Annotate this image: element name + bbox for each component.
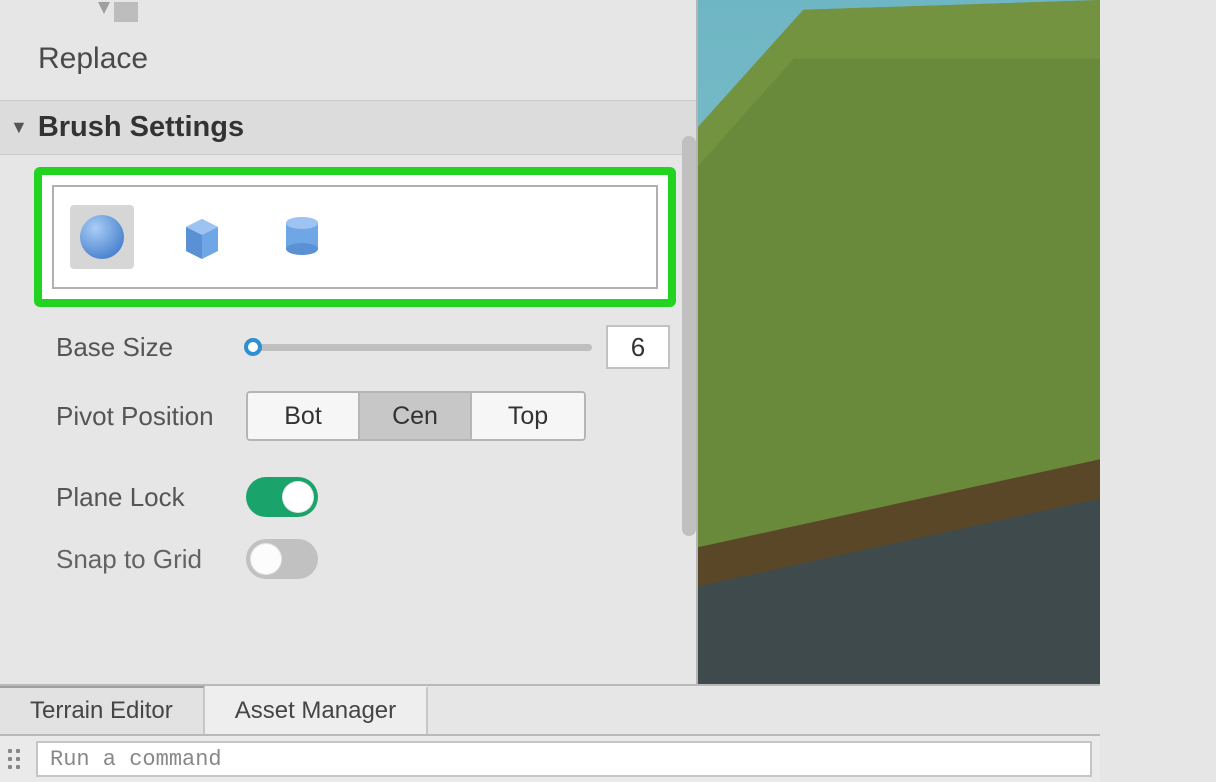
drag-handle-icon[interactable] [8,749,26,769]
panel-tabs: Terrain Editor Asset Manager [0,684,1100,734]
cylinder-icon [276,211,328,263]
plane-lock-label: Plane Lock [56,482,246,513]
cube-icon [176,211,228,263]
tab-terrain-editor[interactable]: Terrain Editor [0,686,205,734]
command-bar: Run a command [0,734,1100,782]
brush-shape-cylinder[interactable] [270,205,334,269]
panel-scrollbar[interactable] [682,136,696,536]
sphere-icon [76,211,128,263]
brush-shape-picker-highlight [34,167,676,307]
slider-thumb[interactable] [244,338,262,356]
base-size-row: Base Size 6 [56,325,670,369]
terrain-editor-panel: Replace ▼ Brush Settings [0,0,696,684]
plane-lock-toggle[interactable] [246,477,318,517]
3d-viewport[interactable] [696,0,1100,684]
section-title: Brush Settings [38,111,244,144]
pivot-position-row: Pivot Position Bot Cen Top [56,391,670,441]
plane-lock-row: Plane Lock [56,477,670,517]
brush-shape-row [52,185,658,289]
base-size-label: Base Size [56,332,246,363]
command-input[interactable]: Run a command [36,741,1092,777]
snap-to-grid-row: Snap to Grid [56,539,670,579]
snap-to-grid-label: Snap to Grid [56,544,246,575]
collapse-triangle-icon: ▼ [10,117,28,138]
brush-shape-sphere[interactable] [70,205,134,269]
scrollbar-thumb[interactable] [682,136,696,536]
pivot-position-label: Pivot Position [56,401,246,432]
snap-to-grid-toggle[interactable] [246,539,318,579]
pivot-bot-button[interactable]: Bot [248,393,360,439]
terrain-preview [698,0,1100,684]
brush-shape-cube[interactable] [170,205,234,269]
base-size-input[interactable]: 6 [606,325,670,369]
pivot-position-segmented: Bot Cen Top [246,391,586,441]
base-size-slider[interactable] [246,338,592,356]
pivot-cen-button[interactable]: Cen [360,393,472,439]
tool-label-replace: Replace [38,42,688,76]
tab-asset-manager[interactable]: Asset Manager [205,686,428,734]
tool-icon [76,0,156,28]
section-header-brush-settings[interactable]: ▼ Brush Settings [0,100,696,155]
pivot-top-button[interactable]: Top [472,393,584,439]
